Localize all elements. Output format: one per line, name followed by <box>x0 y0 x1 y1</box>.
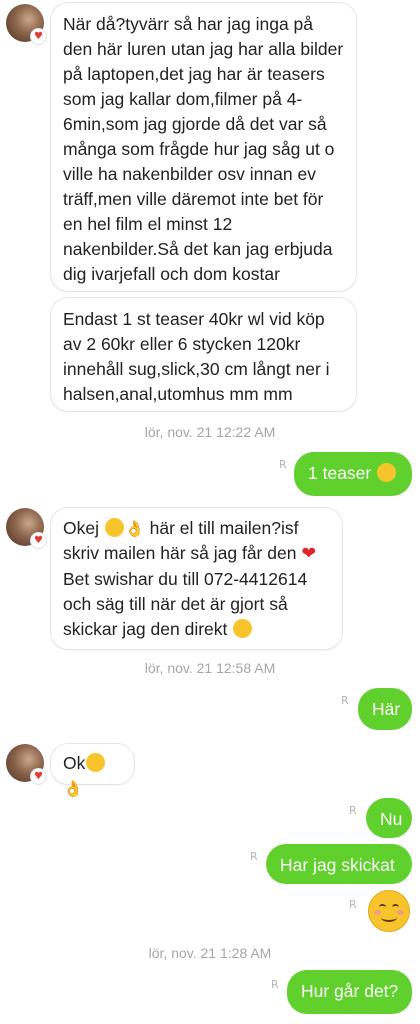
read-receipt-icon: R <box>271 978 279 991</box>
message-text: och säg till när det är gjort så <box>63 594 288 614</box>
read-receipt-icon: R <box>349 804 357 817</box>
heart-icon: ♥ <box>30 28 47 45</box>
read-receipt-icon: R <box>349 898 357 911</box>
message-text: Endast 1 st teaser 40kr wl vid köp av 2 … <box>63 309 330 404</box>
kiss-face-icon <box>104 518 124 537</box>
outgoing-message[interactable]: Nu <box>366 798 412 838</box>
message-text: Ok <box>63 753 86 773</box>
hearts-face-icon <box>233 619 253 638</box>
message-text: När då?tyvärr så har jag inga på den här… <box>63 14 344 284</box>
message-text: skickar jag den direkt <box>63 619 228 639</box>
incoming-message[interactable]: När då?tyvärr så har jag inga på den här… <box>50 2 357 292</box>
message-text: Hur går det? <box>301 981 399 1001</box>
message-text: 1 teaser <box>308 463 372 483</box>
avatar[interactable]: ♥ <box>6 4 47 45</box>
avatar[interactable]: ♥ <box>6 744 47 785</box>
avatar[interactable]: ♥ <box>6 508 47 549</box>
outgoing-message[interactable]: Här <box>358 688 412 730</box>
outgoing-message[interactable]: 1 teaser <box>294 452 412 496</box>
smiling-face-icon[interactable] <box>368 890 410 932</box>
outgoing-message[interactable]: Hur går det? <box>287 970 412 1014</box>
read-receipt-icon: R <box>341 694 349 707</box>
red-heart-icon: ❤ <box>301 544 316 564</box>
heart-icon: ♥ <box>30 768 47 785</box>
read-receipt-icon: R <box>279 458 287 471</box>
message-text: Okej <box>63 518 99 538</box>
relieved-face-icon <box>86 753 106 772</box>
outgoing-message[interactable]: Har jag skickat <box>266 844 412 884</box>
smiling-face-icon <box>377 463 397 482</box>
ok-hand-icon: 👌 <box>63 779 83 798</box>
timestamp: lör, nov. 21 1:28 AM <box>148 945 272 961</box>
incoming-message[interactable]: Ok 👌 <box>50 743 135 798</box>
message-text: här el till mailen?isf <box>149 518 299 538</box>
timestamp: lör, nov. 21 12:22 AM <box>144 424 276 440</box>
incoming-message[interactable]: Okej 👌 här el till mailen?isf skriv mail… <box>50 507 343 650</box>
read-receipt-icon: R <box>250 850 258 863</box>
ok-hand-icon: 👌 <box>124 519 145 538</box>
message-text: Har jag skickat <box>280 855 395 875</box>
message-text: Bet swishar du till 072-4412614 <box>63 569 308 589</box>
heart-icon: ♥ <box>30 532 47 549</box>
message-text: Nu <box>380 809 403 829</box>
incoming-message[interactable]: Endast 1 st teaser 40kr wl vid köp av 2 … <box>50 297 357 412</box>
timestamp: lör, nov. 21 12:58 AM <box>144 660 276 676</box>
message-text: Här <box>372 699 401 719</box>
message-text: skriv mailen här så jag får den <box>63 543 297 563</box>
